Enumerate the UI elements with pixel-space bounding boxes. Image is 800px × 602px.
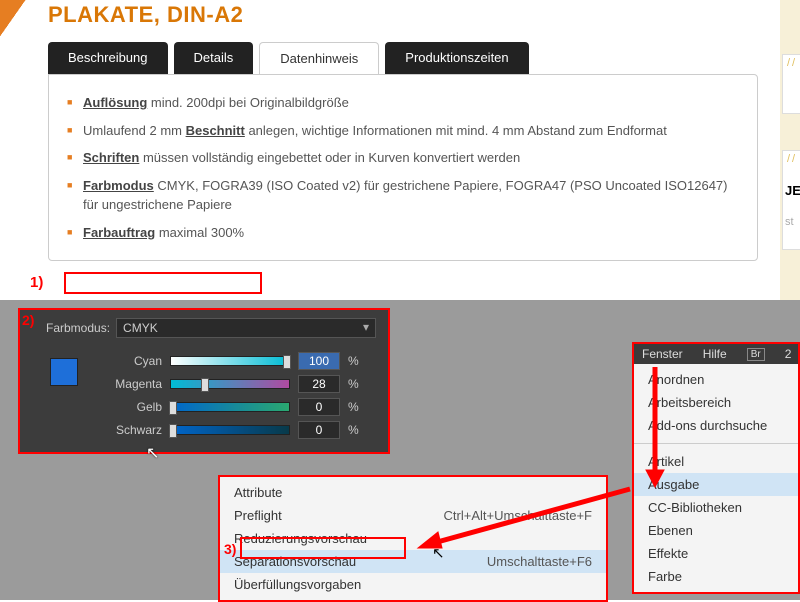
menu-bar: Fenster Hilfe Br 2	[634, 344, 798, 364]
schwarz-value-input[interactable]: 0	[298, 421, 340, 439]
menu-item-effekte[interactable]: Effekte	[634, 542, 798, 565]
hint-schriften: Schriften müssen vollständig eingebettet…	[67, 144, 739, 172]
slider-row-magenta: Magenta 28 %	[104, 375, 376, 393]
sidebar-box-1: //	[782, 54, 800, 114]
sidebar-box-2: // JE st	[782, 150, 800, 250]
browser-page-region: PLAKATE, DIN-A2 Beschreibung Details Dat…	[0, 0, 800, 300]
menu-item-farbe[interactable]: Farbe	[634, 565, 798, 588]
hint-farbmodus: Farbmodus CMYK, FOGRA39 (ISO Coated v2) …	[67, 172, 739, 219]
menu-num: 2	[785, 347, 792, 361]
hint-aufloesung: Auflösung mind. 200dpi bei Originalbildg…	[67, 89, 739, 117]
menu-hilfe[interactable]: Hilfe	[703, 347, 727, 361]
cursor-icon: ↖	[146, 443, 159, 463]
bridge-icon[interactable]: Br	[747, 348, 765, 361]
menu-item-ccbib[interactable]: CC-Bibliotheken	[634, 496, 798, 519]
magenta-value-input[interactable]: 28	[298, 375, 340, 393]
screenshot-composite-region: Farbmodus: CMYK Cyan 100 % Magenta 28 % …	[0, 300, 800, 600]
gelb-slider[interactable]	[170, 402, 290, 412]
annotation-3: 3)	[224, 541, 236, 557]
tab-produktionszeiten[interactable]: Produktionszeiten	[385, 42, 528, 74]
tab-bar: Beschreibung Details Datenhinweis Produk…	[48, 42, 800, 74]
tab-content-datenhinweis: Auflösung mind. 200dpi bei Originalbildg…	[48, 74, 758, 261]
annotation-1-box	[64, 272, 262, 294]
annotation-2: 2)	[22, 312, 34, 328]
schwarz-slider[interactable]	[170, 425, 290, 435]
cyan-slider[interactable]	[170, 356, 290, 366]
gelb-value-input[interactable]: 0	[298, 398, 340, 416]
farbmodus-dropdown[interactable]: CMYK	[116, 318, 376, 338]
menu-fenster[interactable]: Fenster	[642, 347, 683, 361]
magenta-slider[interactable]	[170, 379, 290, 389]
cyan-value-input[interactable]: 100	[298, 352, 340, 370]
hint-farbauftrag: Farbauftrag maximal 300%	[67, 219, 739, 247]
cursor-icon-2: ↖	[432, 544, 445, 562]
decorative-corner	[0, 0, 44, 44]
farbmodus-label: Farbmodus:	[46, 321, 110, 335]
submenu-ueberfuellung[interactable]: Überfüllungsvorgaben	[220, 573, 606, 596]
hint-beschnitt: Umlaufend 2 mm Beschnitt anlegen, wichti…	[67, 117, 739, 145]
slider-row-schwarz: Schwarz 0 %	[104, 421, 376, 439]
cmyk-color-panel: Farbmodus: CMYK Cyan 100 % Magenta 28 % …	[18, 308, 390, 454]
slider-row-gelb: Gelb 0 %	[104, 398, 376, 416]
color-swatch[interactable]	[50, 358, 78, 386]
tab-beschreibung[interactable]: Beschreibung	[48, 42, 168, 74]
page-title: PLAKATE, DIN-A2	[48, 0, 800, 42]
annotation-3-box	[240, 537, 406, 559]
arrow-fenster-to-ausgabe	[640, 362, 670, 492]
slider-row-cyan: Cyan 100 %	[104, 352, 376, 370]
annotation-1: 1)	[30, 274, 43, 291]
menu-item-ebenen[interactable]: Ebenen	[634, 519, 798, 542]
tab-datenhinweis[interactable]: Datenhinweis	[259, 42, 379, 74]
tab-details[interactable]: Details	[174, 42, 254, 74]
